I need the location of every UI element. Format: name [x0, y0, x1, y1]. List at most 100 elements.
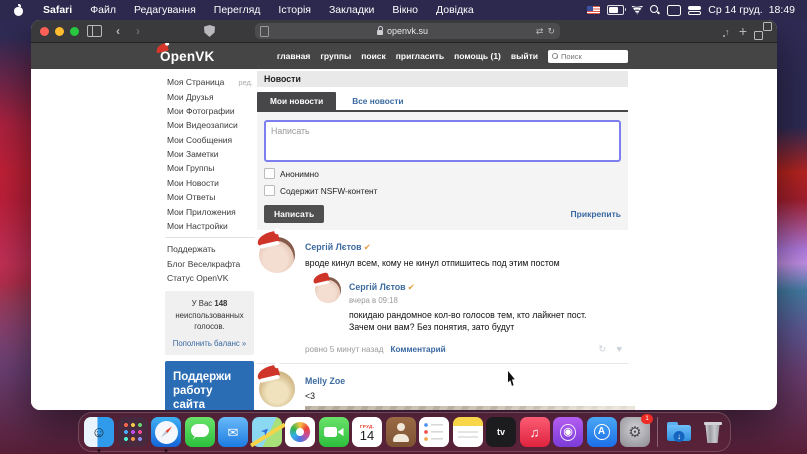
dock-icon-launchpad[interactable] — [118, 417, 148, 447]
site-nav-link[interactable]: поиск — [361, 51, 386, 61]
dock-icon-downloads[interactable]: ↓ — [664, 417, 694, 447]
dock-icon-facetime[interactable] — [319, 417, 349, 447]
site-nav-link[interactable]: помощь (1) — [454, 51, 501, 61]
dock-icon-settings[interactable]: ⚙1 — [620, 417, 650, 447]
anonymous-checkbox[interactable] — [264, 168, 275, 179]
battery-icon[interactable] — [607, 5, 624, 15]
dock-icon-calendar[interactable]: ГРУД.14 — [352, 417, 382, 447]
sidebar-toggle-icon[interactable] — [87, 25, 102, 37]
control-center-icon[interactable] — [688, 6, 701, 15]
votes-prefix: У Вас — [192, 299, 213, 308]
page-title: Новости — [257, 71, 628, 87]
dock-icon-finder[interactable]: ☺ — [84, 417, 114, 447]
post-text: вроде кинул всем, кому не кинул отпишите… — [305, 258, 626, 269]
site-nav-link[interactable]: выйти — [511, 51, 538, 61]
repost-author-avatar[interactable] — [315, 277, 341, 303]
site-nav-link[interactable]: пригласить — [396, 51, 444, 61]
sidebar-item[interactable]: Статус OpenVK — [165, 271, 255, 285]
zoom-window-button[interactable] — [70, 27, 79, 36]
edit-page-link[interactable]: ред. — [238, 78, 253, 87]
tab-my-news[interactable]: Мои новости — [257, 92, 336, 110]
post-author-avatar[interactable] — [259, 237, 295, 273]
dock-icon-appstore[interactable]: A — [587, 417, 617, 447]
post-timestamp[interactable]: ровно 5 минут назад — [305, 345, 384, 354]
spotlight-search-icon[interactable] — [650, 5, 660, 15]
dock-icon-mail[interactable]: ✉ — [218, 417, 248, 447]
sidebar-item[interactable]: Поддержать — [165, 242, 255, 256]
like-icon[interactable]: ♥ — [616, 344, 622, 355]
input-language-flag-icon[interactable] — [587, 6, 600, 14]
display-icon[interactable] — [667, 5, 681, 16]
composer-textarea[interactable] — [264, 120, 621, 162]
openvk-logo[interactable]: OpenVK — [160, 49, 214, 64]
dock-icon-messages[interactable] — [185, 417, 215, 447]
dock-icon-tv[interactable]: tv — [486, 417, 516, 447]
menu-item-7[interactable]: Довідка — [427, 2, 483, 18]
safari-window: ‹ › openvk.su ⇄ ↻ + — [31, 20, 777, 410]
repost-icon[interactable]: ↻ — [598, 344, 606, 355]
sidebar-item[interactable]: Мои Настройки — [165, 219, 255, 233]
sidebar-item[interactable]: Блог Веселкрафта — [165, 257, 255, 271]
menu-bar-clock[interactable]: Ср 14 груд. 18:49 — [708, 4, 795, 16]
comment-link[interactable]: Комментарий — [391, 345, 446, 354]
menu-item-app[interactable]: Safari — [34, 2, 81, 18]
sidebar-item[interactable]: Мои Друзья — [165, 89, 255, 103]
sidebar-item[interactable]: Мои Новости — [165, 176, 255, 190]
forward-button[interactable]: › — [128, 25, 148, 37]
tab-all-news[interactable]: Все новости — [350, 92, 405, 110]
dock-icon-podcasts[interactable]: ◉ — [553, 417, 583, 447]
minimize-window-button[interactable] — [55, 27, 64, 36]
new-tab-button[interactable]: + — [733, 24, 753, 38]
post-author-link[interactable]: Сергій Лєтов — [305, 242, 362, 252]
apple-menu-icon[interactable] — [14, 5, 24, 16]
menu-item-2[interactable]: Редагування — [125, 2, 205, 18]
dock-icon-trash[interactable] — [698, 417, 728, 447]
post-photo-cat-closeup[interactable] — [305, 406, 635, 410]
dock-icon-safari[interactable] — [151, 417, 181, 447]
top-up-balance-link[interactable]: Пополнить баланс » — [169, 338, 250, 349]
submit-post-button[interactable]: Написать — [264, 205, 324, 223]
repost-author-link[interactable]: Сергій Лєтов — [349, 282, 406, 292]
menu-item-5[interactable]: Закладки — [320, 2, 383, 18]
site-nav-link[interactable]: группы — [320, 51, 351, 61]
address-bar[interactable]: openvk.su ⇄ ↻ — [255, 23, 560, 39]
post-author-link[interactable]: Melly Zoe — [305, 376, 345, 386]
wifi-icon[interactable] — [631, 6, 643, 15]
site-sidebar: Моя Страницаред.Мои ДрузьяМои Фотографии… — [160, 69, 257, 410]
dock-icon-music[interactable]: ♫ — [520, 417, 550, 447]
post-footer: ровно 5 минут назад Комментарий ↻ ♥ — [305, 344, 626, 355]
sidebar-item[interactable]: Мои Приложения — [165, 204, 255, 218]
back-button[interactable]: ‹ — [108, 25, 128, 37]
repost-date[interactable]: вчера в 09:18 — [349, 296, 587, 305]
site-search-input[interactable] — [561, 52, 624, 61]
reload-icon[interactable]: ↻ — [547, 26, 555, 37]
dock-icon-contacts[interactable] — [386, 417, 416, 447]
sidebar-item[interactable]: Мои Группы — [165, 161, 255, 175]
menu-item-3[interactable]: Перегляд — [205, 2, 270, 18]
privacy-shield-icon[interactable] — [204, 25, 215, 37]
dock-icon-maps[interactable]: ➤ — [252, 417, 282, 447]
clock-date: Ср 14 груд. — [708, 4, 762, 16]
close-window-button[interactable] — [40, 27, 49, 36]
menu-item-1[interactable]: Файл — [81, 2, 125, 18]
translate-icon[interactable]: ⇄ — [536, 26, 544, 37]
donate-banner[interactable]: Поддержи работу сайта openvk.su/donate O — [165, 361, 254, 410]
menu-item-6[interactable]: Вікно — [383, 2, 427, 18]
dock-icon-reminders[interactable] — [419, 417, 449, 447]
sidebar-item[interactable]: Моя Страницаред. — [165, 75, 255, 89]
menu-item-4[interactable]: Історія — [269, 2, 320, 18]
sidebar-item[interactable]: Мои Сообщения — [165, 133, 255, 147]
dock-icon-photos[interactable] — [285, 417, 315, 447]
address-bar-actions: ⇄ ↻ — [536, 26, 555, 37]
sidebar-item[interactable]: Мои Видеозаписи — [165, 118, 255, 132]
dock-icon-notes[interactable] — [453, 417, 483, 447]
attach-link[interactable]: Прикрепить — [571, 209, 621, 219]
post-author-avatar[interactable] — [259, 371, 295, 407]
sidebar-item[interactable]: Мои Заметки — [165, 147, 255, 161]
site-nav-link[interactable]: главная — [277, 51, 311, 61]
sidebar-item[interactable]: Мои Ответы — [165, 190, 255, 204]
sidebar-item[interactable]: Мои Фотографии — [165, 104, 255, 118]
nsfw-checkbox[interactable] — [264, 185, 275, 196]
reader-icon[interactable] — [260, 26, 269, 37]
site-search-box[interactable] — [548, 50, 628, 63]
